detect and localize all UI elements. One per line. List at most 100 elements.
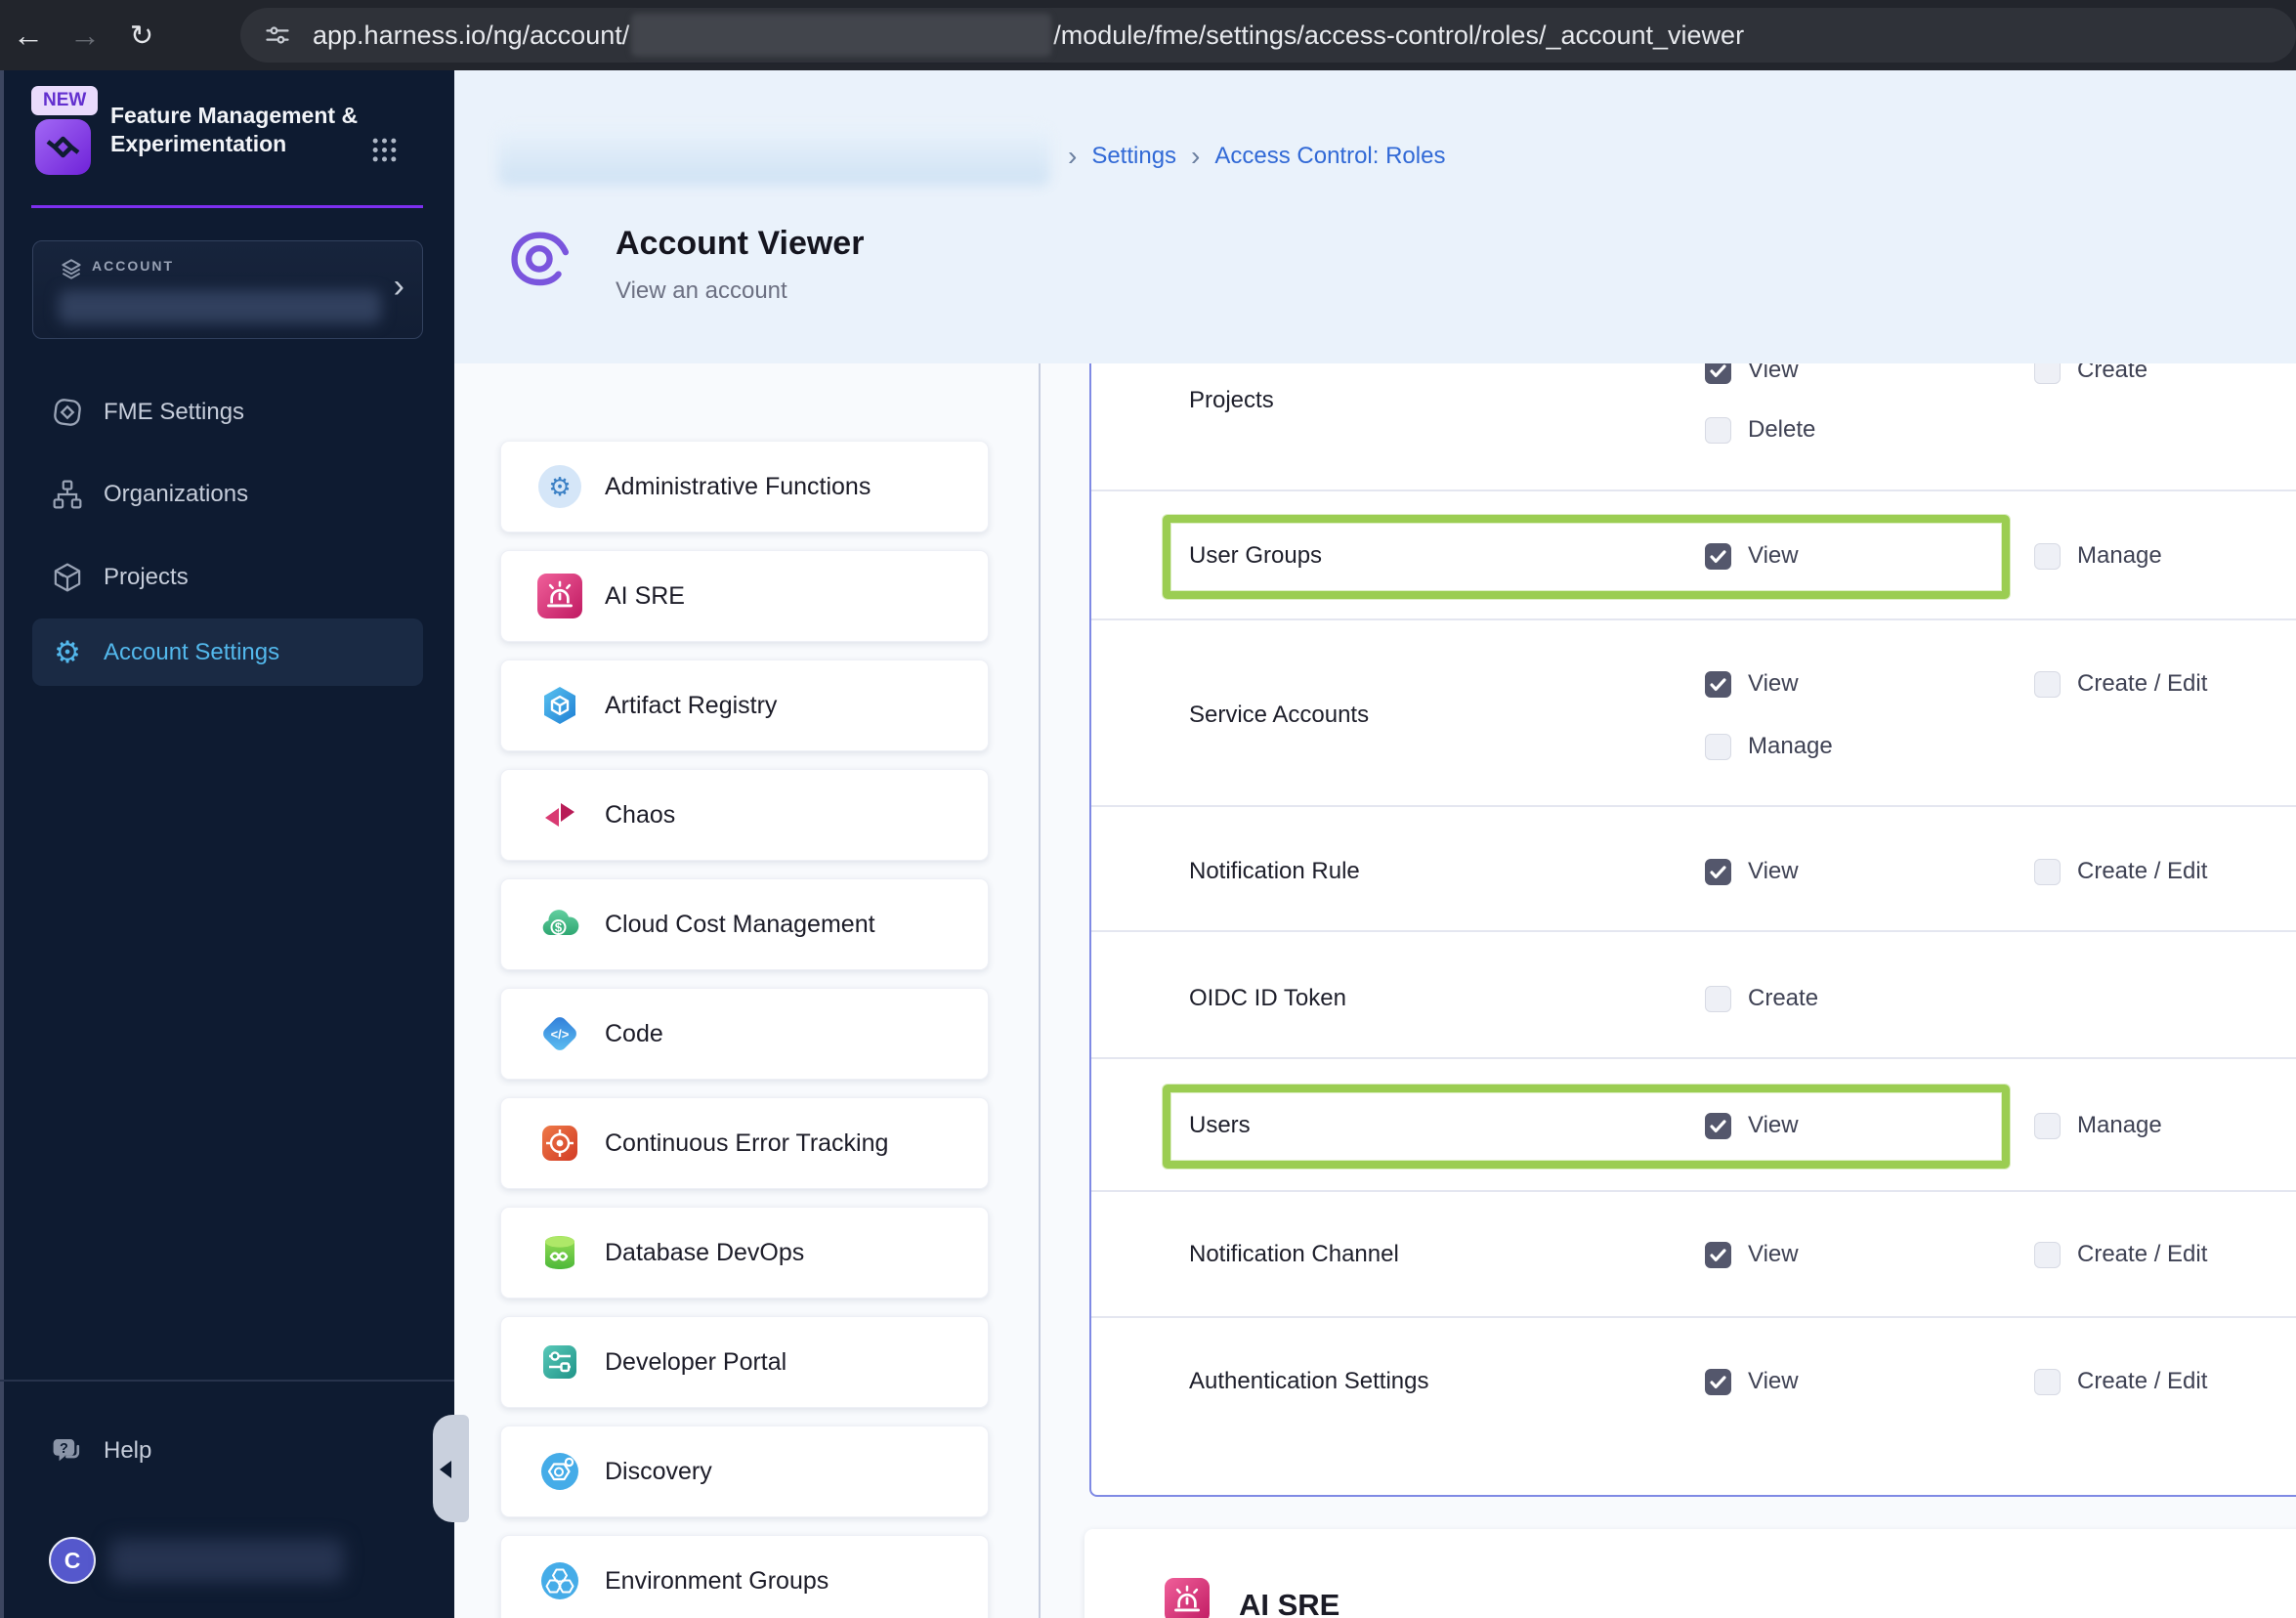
error-tracking-icon [536, 1120, 583, 1167]
account-name-redacted [59, 290, 381, 323]
permission-label: Delete [1748, 416, 1816, 443]
checkbox-create-edit[interactable] [2034, 1241, 2061, 1268]
checkbox-create-edit[interactable] [2034, 858, 2061, 885]
sidebar-item-organizations[interactable]: Organizations [32, 460, 423, 528]
sidebar-item-label: Account Settings [104, 638, 280, 665]
site-settings-icon[interactable] [264, 21, 291, 49]
permission-row-oidc-id-token: OIDC ID Token Create [1091, 932, 2296, 1059]
brand-accent-rule [31, 205, 423, 208]
resource-label: OIDC ID Token [1189, 985, 1346, 1011]
help-chat-icon: ? [48, 1434, 87, 1468]
artifact-registry-icon [536, 682, 583, 729]
checkbox-view[interactable] [1705, 1112, 1731, 1139]
sidebar-item-label: FME Settings [104, 398, 245, 425]
page-title: Account Viewer [616, 225, 865, 262]
category-card-administrative-functions[interactable]: ⚙ Administrative Functions [500, 441, 989, 532]
checkbox-view[interactable] [1705, 670, 1731, 698]
checkbox-view[interactable] [1705, 542, 1731, 570]
checkbox-view[interactable] [1705, 1241, 1731, 1268]
org-chart-icon [48, 478, 87, 511]
checkbox-manage[interactable] [1705, 733, 1731, 760]
ai-sre-icon [1165, 1578, 1210, 1618]
user-avatar[interactable]: C [49, 1537, 96, 1584]
permission-label: Create / Edit [2077, 858, 2208, 884]
permission-notification-channel-view: View [1705, 1241, 1799, 1268]
category-card-code[interactable]: </> Code [500, 988, 989, 1080]
breadcrumb-link-settings[interactable]: Settings [1091, 143, 1176, 170]
breadcrumb-link-access-control-roles[interactable]: Access Control: Roles [1214, 143, 1445, 170]
permission-authentication-settings-view: View [1705, 1368, 1799, 1395]
category-label: Cloud Cost Management [605, 910, 875, 938]
next-section-title: AI SRE [1239, 1588, 1340, 1618]
sidebar-item-help[interactable]: ? Help [32, 1417, 423, 1485]
resource-label: User Groups [1189, 542, 1323, 569]
category-card-chaos[interactable]: Chaos [500, 769, 989, 861]
category-card-cloud-cost-management[interactable]: $ Cloud Cost Management [500, 878, 989, 970]
help-label: Help [104, 1437, 152, 1464]
sidebar-item-projects[interactable]: Projects [32, 543, 423, 611]
resource-label: Projects [1189, 387, 1274, 413]
permission-users-manage: Manage [2034, 1112, 2162, 1139]
permission-oidc-id-token-create: Create [1705, 985, 1818, 1012]
sidebar-item-account-settings[interactable]: ⚙ Account Settings [32, 618, 423, 686]
permission-label: View [1748, 670, 1799, 697]
permission-label: View [1748, 858, 1799, 884]
sidebar-item-fme-settings[interactable]: FME Settings [32, 378, 423, 446]
permission-row-users: Users View Manage [1091, 1059, 2296, 1192]
breadcrumb: › Settings › Access Control: Roles [1068, 143, 1445, 170]
category-card-developer-portal[interactable]: Developer Portal [500, 1316, 989, 1408]
breadcrumb-redacted-account-name [498, 127, 1050, 186]
resource-label: Notification Channel [1189, 1241, 1399, 1267]
permission-row-service-accounts: Service Accounts View Create / Edit Mana… [1091, 620, 2296, 807]
resource-label: Notification Rule [1189, 858, 1360, 884]
browser-reload-button[interactable]: ↻ [113, 8, 170, 63]
browser-back-button[interactable]: ← [0, 8, 57, 63]
admin-gear-icon: ⚙ [536, 463, 583, 510]
sidebar-collapse-handle[interactable] [433, 1415, 469, 1522]
browser-toolbar: ← → ↻ app.harness.io/ng/account/ /module… [0, 0, 2296, 70]
permission-row-authentication-settings: Authentication Settings View Create / Ed… [1091, 1318, 2296, 1499]
checkbox-view[interactable] [1705, 858, 1731, 885]
category-label: AI SRE [605, 581, 685, 610]
permission-row-user-groups: User Groups View Manage [1091, 491, 2296, 620]
permission-user-groups-manage: Manage [2034, 542, 2162, 570]
new-badge: NEW [31, 86, 99, 115]
database-devops-icon [536, 1229, 583, 1276]
ai-sre-icon [536, 573, 583, 619]
permission-label: Create / Edit [2077, 670, 2208, 697]
permission-notification-channel-create-edit: Create / Edit [2034, 1241, 2207, 1268]
account-scope-selector[interactable]: ACCOUNT › [32, 240, 423, 339]
fme-icon [48, 395, 87, 430]
permission-notification-rule-create-edit: Create / Edit [2034, 858, 2207, 885]
permission-label: Create / Edit [2077, 1368, 2208, 1394]
chevron-right-icon: › [393, 268, 404, 305]
permission-projects-delete: Delete [1705, 416, 1815, 444]
checkbox-create-edit[interactable] [2034, 670, 2061, 698]
checkbox-delete[interactable] [1705, 416, 1731, 444]
checkbox-manage[interactable] [2034, 542, 2061, 570]
svg-text:</>: </> [551, 1027, 570, 1042]
module-grid-icon[interactable] [371, 137, 398, 168]
category-card-continuous-error-tracking[interactable]: Continuous Error Tracking [500, 1097, 989, 1189]
permission-label: Manage [2077, 1112, 2162, 1138]
category-card-ai-sre[interactable]: AI SRE [500, 550, 989, 642]
sidebar: NEW Feature Management & Experimentation [0, 70, 454, 1618]
page-header: › Settings › Access Control: Roles Accou… [454, 70, 2296, 363]
category-card-artifact-registry[interactable]: Artifact Registry [500, 660, 989, 751]
checkbox-view[interactable] [1705, 1368, 1731, 1395]
svg-text:?: ? [60, 1441, 68, 1457]
checkbox-manage[interactable] [2034, 1112, 2061, 1139]
browser-forward-button[interactable]: → [57, 8, 113, 63]
category-card-environment-groups[interactable]: Environment Groups [500, 1535, 989, 1618]
checkbox-create-edit[interactable] [2034, 1368, 2061, 1395]
category-card-database-devops[interactable]: Database DevOps [500, 1207, 989, 1299]
sidebar-edge [0, 70, 4, 1618]
account-label: ACCOUNT [92, 258, 174, 274]
resource-label: Service Accounts [1189, 702, 1370, 728]
permission-label: Create / Edit [2077, 1241, 2208, 1267]
permissions-card-ai-sre: AI SRE [1084, 1529, 2296, 1618]
fme-app-logo-icon [35, 119, 91, 180]
browser-address-bar[interactable]: app.harness.io/ng/account/ /module/fme/s… [240, 8, 2296, 63]
category-card-discovery[interactable]: Discovery [500, 1426, 989, 1517]
checkbox-create[interactable] [1705, 985, 1731, 1012]
